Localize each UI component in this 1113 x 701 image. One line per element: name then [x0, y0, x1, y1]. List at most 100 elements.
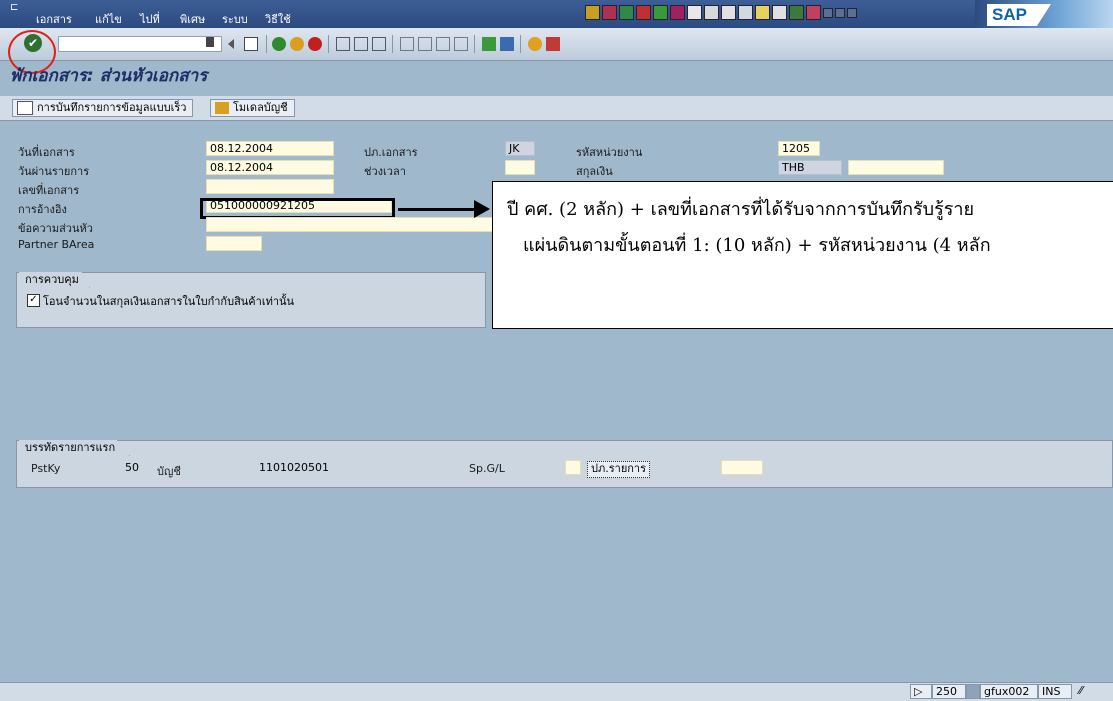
doc-date-label: วันที่เอกสาร [18, 146, 75, 159]
back-icon[interactable] [272, 37, 286, 51]
first-page-icon[interactable] [400, 37, 414, 51]
annotation-callout: ปี คศ. (2 หลัก) + เลขที่เอกสารที่ได้รับจ… [492, 181, 1113, 329]
currency-label: สกุลเงิน [576, 165, 613, 178]
shortcut-icon[interactable] [721, 5, 736, 20]
collapse-left-icon[interactable] [228, 39, 234, 49]
status-bar: ▷ 250 gfux002 INS ⁄⁄ [0, 682, 1113, 701]
minimize-icon[interactable] [823, 8, 833, 18]
menu-goto[interactable]: ไปที่ [140, 10, 160, 28]
application-toolbar: การบันทึกรายการข้อมูลแบบเร็ว โมเดลบัญชี [0, 96, 1113, 121]
first-line-item-title: บรรทัดรายการแรก [19, 440, 131, 456]
annotation-arrow [398, 208, 478, 211]
menu-system[interactable]: ระบบ [222, 10, 248, 28]
shortcut-icon[interactable] [738, 5, 753, 20]
posting-date-label: วันผ่านรายการ [18, 165, 90, 178]
shortcut-icon-strip [585, 5, 857, 23]
last-page-icon[interactable] [454, 37, 468, 51]
account-field[interactable]: 1101020501 [255, 460, 415, 475]
shortcut-icon[interactable] [789, 5, 804, 20]
menu-document[interactable]: เอกสาร [36, 10, 72, 28]
control-group-title: การควบคุม [19, 272, 90, 288]
page-title: พักเอกสาร: ส่วนหัวเอกสาร [10, 66, 208, 86]
status-mode: INS [1038, 684, 1072, 699]
sap-logo-area: SAP [975, 0, 1113, 28]
period-field[interactable] [505, 160, 535, 175]
shortcut-icon[interactable] [772, 5, 787, 20]
account-model-icon [215, 102, 229, 114]
help-icon[interactable] [528, 37, 542, 51]
header-text-field[interactable] [206, 217, 496, 232]
account-model-label: โมเดลบัญชี [233, 101, 288, 114]
header-text-label: ข้อความส่วนหัว [18, 222, 93, 235]
close-icon[interactable] [847, 8, 857, 18]
shortcut-icon[interactable] [687, 5, 702, 20]
find-next-icon[interactable] [372, 37, 386, 51]
next-page-icon[interactable] [436, 37, 450, 51]
annotation-line-2: แผ่นดินตามขั้นตอนที่ 1: (10 หลัก) + รหัส… [523, 235, 991, 256]
shortcut-icon[interactable] [619, 5, 634, 20]
account-model-button[interactable]: โมเดลบัญชี [210, 99, 295, 117]
company-code-label: รหัสหน่วยงาน [576, 146, 643, 159]
shortcut-icon[interactable] [636, 5, 651, 20]
fast-entry-label: การบันทึกรายการข้อมูลแบบเร็ว [37, 101, 187, 114]
status-expand-icon[interactable]: ▷ [910, 684, 932, 699]
shortcut-icon[interactable] [585, 5, 600, 20]
partner-barea-label: Partner BArea [18, 238, 95, 251]
menu-bar: ⊏ เอกสาร แก้ไข ไปที่ พิเศษ ระบบ วิธีใช้ … [0, 0, 1113, 28]
shortcut-icon[interactable] [653, 5, 668, 20]
status-client: 250 [932, 684, 966, 699]
fast-entry-icon [17, 101, 33, 115]
shortcut-icon[interactable] [670, 5, 685, 20]
exit-icon[interactable] [290, 37, 304, 51]
doc-type-field[interactable]: JK [505, 141, 535, 156]
fast-entry-button[interactable]: การบันทึกรายการข้อมูลแบบเร็ว [12, 99, 194, 117]
cancel-icon[interactable] [308, 37, 322, 51]
command-history-icon[interactable] [206, 37, 214, 47]
command-field[interactable] [58, 36, 222, 52]
doc-type-label: ปภ.เอกสาร [364, 146, 418, 159]
doc-currency-only-checkbox[interactable]: ✓ [27, 294, 40, 307]
pstky-label: PstKy [31, 462, 61, 475]
period-label: ช่วงเวลา [364, 165, 406, 178]
layout-menu-icon[interactable] [546, 37, 560, 51]
toolbar-separator [474, 35, 475, 53]
shortcut-icon[interactable] [755, 5, 770, 20]
sap-logo: SAP [987, 4, 1051, 26]
shortcut-icon[interactable] [500, 37, 514, 51]
shortcut-icon[interactable] [602, 5, 617, 20]
resize-grip-icon[interactable]: ⁄⁄ [1076, 684, 1106, 699]
maximize-icon[interactable] [835, 8, 845, 18]
save-icon[interactable] [244, 37, 258, 51]
toolbar-separator [266, 35, 267, 53]
control-group: การควบคุม ✓ โอนจำนวนในสกุลเงินเอกสารในใบ… [16, 272, 486, 328]
menu-edit[interactable]: แก้ไข [95, 10, 122, 28]
new-session-icon[interactable] [482, 37, 496, 51]
first-line-item-group: บรรทัดรายการแรก PstKy 50 บัญชี 110102050… [16, 440, 1113, 488]
spgl-field[interactable] [565, 460, 581, 475]
item-type-field[interactable] [721, 460, 763, 475]
toolbar-separator [520, 35, 521, 53]
posting-date-field[interactable]: 08.12.2004 [206, 160, 334, 175]
doc-date-field[interactable]: 08.12.2004 [206, 141, 334, 156]
status-server: gfux002 [980, 684, 1038, 699]
doc-number-label: เลขที่เอกสาร [18, 184, 80, 197]
exchange-rate-field[interactable] [848, 160, 944, 175]
company-code-field[interactable]: 1205 [778, 141, 820, 156]
shortcut-icon[interactable] [806, 5, 821, 20]
doc-number-field[interactable] [206, 179, 334, 194]
currency-field[interactable]: THB [778, 160, 842, 175]
menu-extras[interactable]: พิเศษ [180, 10, 205, 28]
menu-help[interactable]: วิธีใช้ [265, 10, 291, 28]
previous-page-icon[interactable] [418, 37, 432, 51]
print-icon[interactable] [336, 37, 350, 51]
account-label: บัญชี [157, 465, 181, 478]
find-icon[interactable] [354, 37, 368, 51]
pstky-field[interactable]: 50 [121, 460, 149, 475]
item-type-button[interactable]: ปภ.รายการ [587, 461, 651, 478]
status-session-icon[interactable] [966, 684, 980, 699]
annotation-arrow-head [474, 200, 490, 218]
toolbar-separator [392, 35, 393, 53]
system-menu-icon[interactable]: ⊏ [10, 2, 18, 13]
partner-barea-field[interactable] [206, 236, 262, 251]
shortcut-icon[interactable] [704, 5, 719, 20]
